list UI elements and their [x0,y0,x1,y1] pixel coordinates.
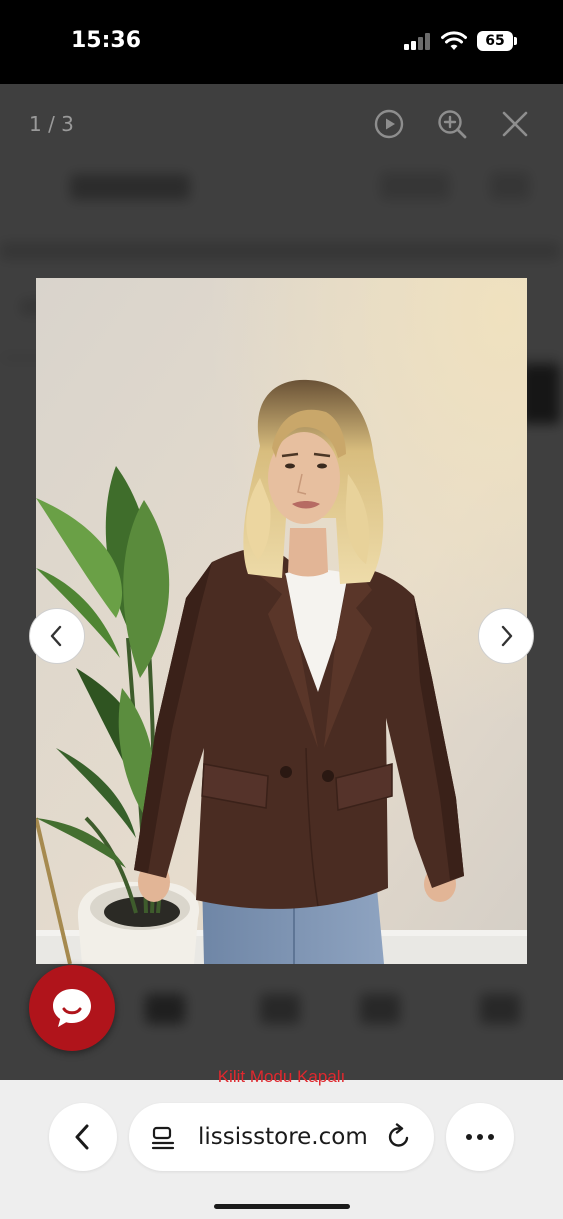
close-icon[interactable] [499,108,531,140]
back-button[interactable] [49,1103,117,1171]
cellular-signal-icon [404,32,432,50]
previous-image-button[interactable] [29,608,85,664]
address-bar[interactable]: lississtore.com [129,1103,434,1171]
chevron-left-icon [50,625,62,647]
wifi-icon [441,31,467,50]
battery-icon: 65 [477,31,517,51]
more-button[interactable] [446,1103,514,1171]
battery-level: 65 [485,33,505,49]
image-counter: 1 / 3 [29,112,74,136]
url-text: lississtore.com [198,1124,368,1150]
page-settings-icon[interactable] [150,1125,176,1151]
play-icon[interactable] [373,108,405,140]
status-time: 15:36 [71,28,142,53]
chevron-right-icon [501,625,513,647]
chat-button[interactable] [29,965,115,1051]
back-icon [75,1124,89,1150]
chat-bubble-icon [53,989,91,1027]
status-bar: 15:36 65 [0,0,563,84]
zoom-in-icon[interactable] [436,108,468,140]
product-photo[interactable] [36,278,527,964]
reload-icon[interactable] [385,1123,413,1151]
next-image-button[interactable] [478,608,534,664]
home-indicator [214,1204,350,1209]
more-icon [466,1134,494,1140]
lock-mode-label: Kilit Modu Kapalı [217,1067,346,1086]
